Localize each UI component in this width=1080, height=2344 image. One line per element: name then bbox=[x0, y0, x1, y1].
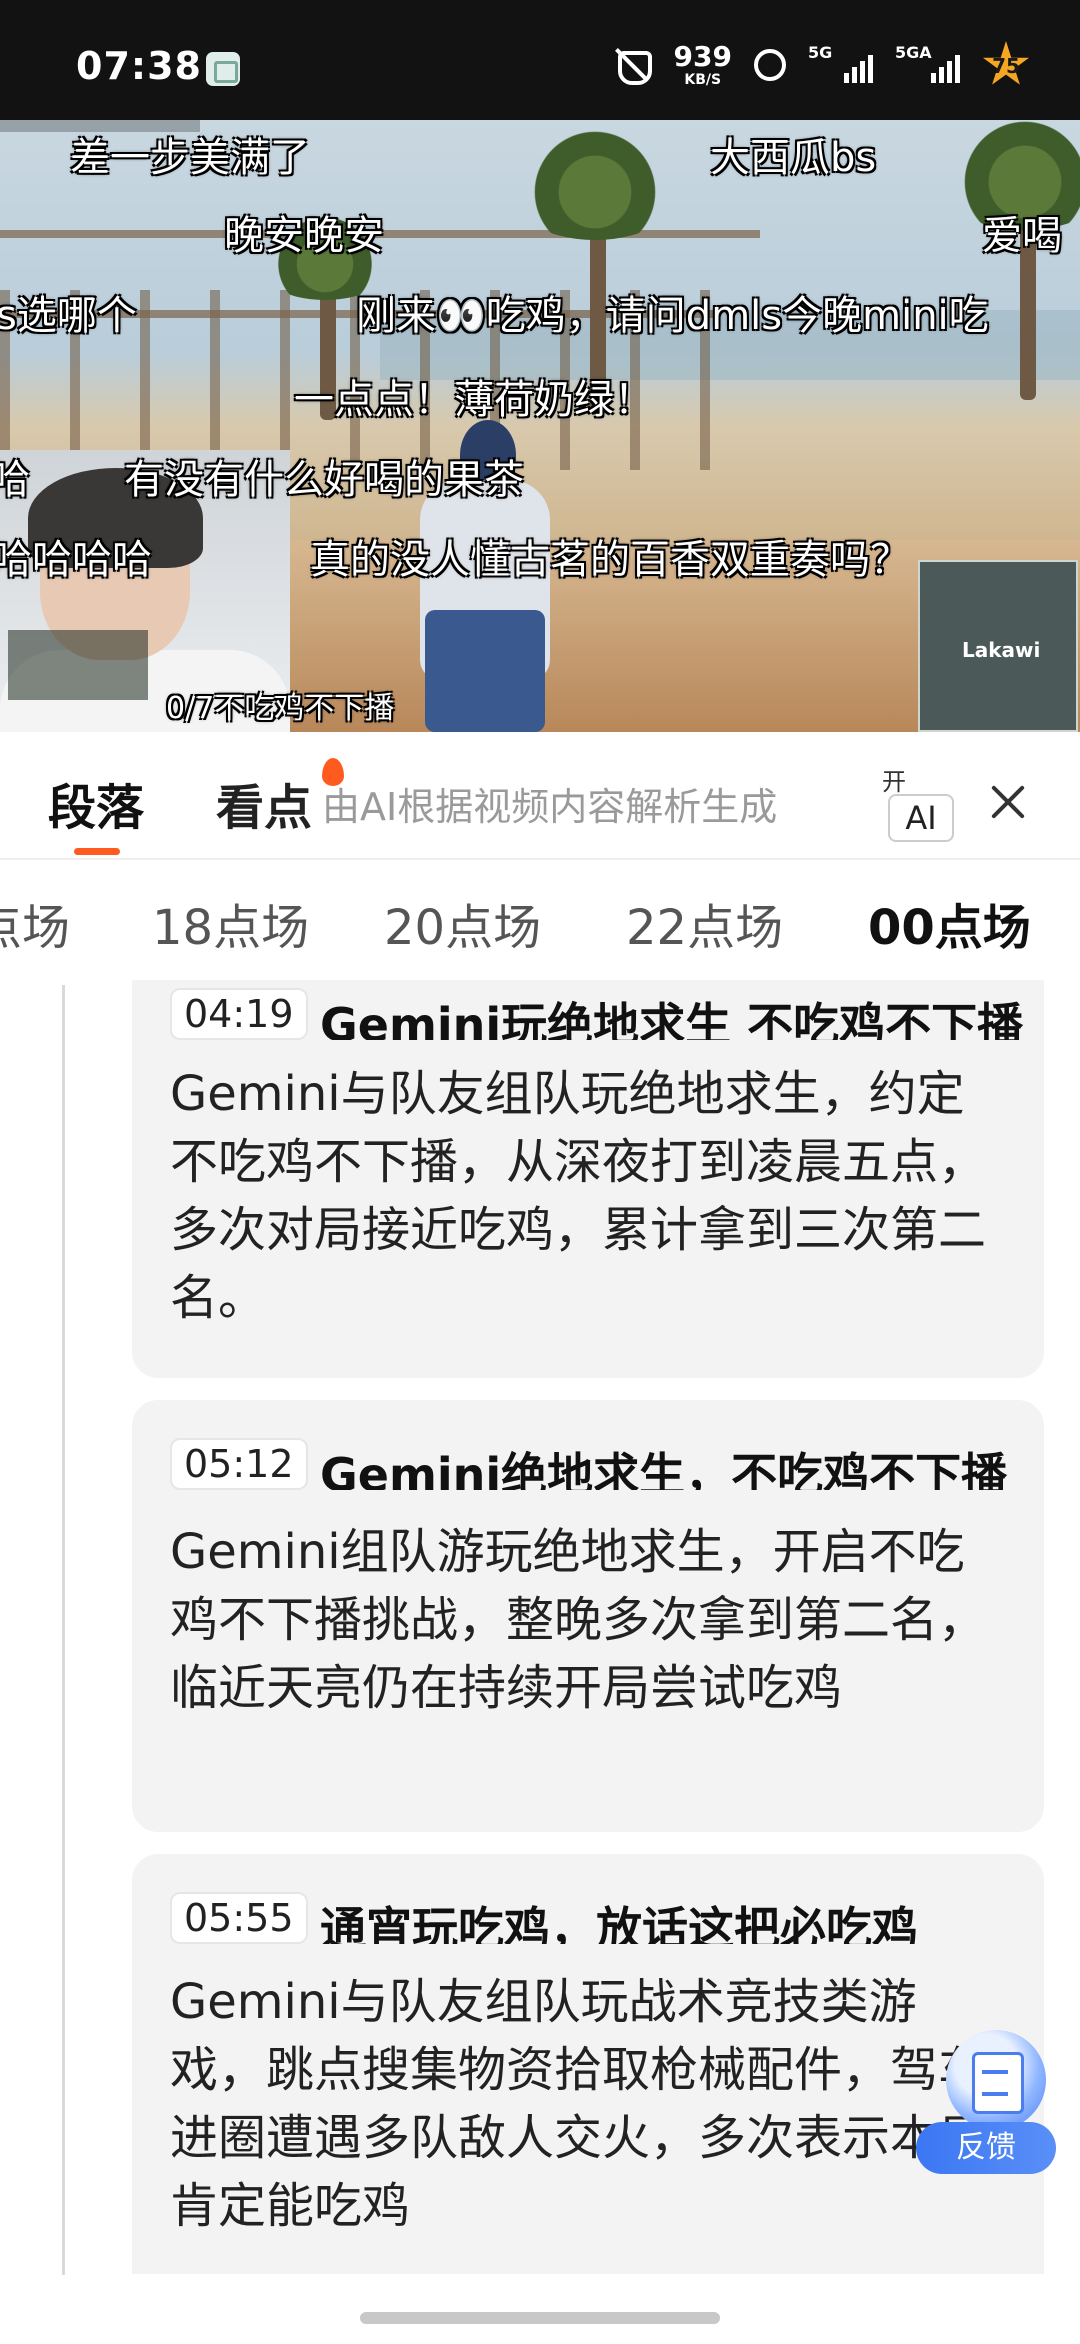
session-chip[interactable]: 22点场 bbox=[626, 888, 783, 958]
danmaku: 真的没人懂古茗的百香双重奏吗？ bbox=[310, 537, 910, 583]
ai-toggle-label: AI bbox=[888, 794, 954, 842]
session-chip[interactable]: 20点场 bbox=[384, 888, 541, 958]
danmaku: s选哪个 bbox=[0, 293, 137, 339]
segment-card[interactable]: 05:55 通宵玩吃鸡，放话这把必吃鸡 Gemini与队友组队玩战术竞技类游戏，… bbox=[132, 1854, 1044, 2274]
signal-sim2-icon: 5GA bbox=[895, 43, 960, 83]
danmaku: 一点点！薄荷奶绿！ bbox=[294, 377, 654, 423]
tab-highlights[interactable]: 看点 bbox=[216, 768, 312, 838]
active-tab-indicator bbox=[74, 848, 120, 855]
segment-description: Gemini与队友组队玩绝地求生，约定不吃鸡不下播，从深夜打到凌晨五点，多次对局… bbox=[170, 1066, 987, 1326]
segment-description: Gemini组队游玩绝地求生，开启不吃鸡不下播挑战，整晚多次拿到第二名，临近天亮… bbox=[170, 1524, 987, 1716]
feedback-button[interactable]: 反馈 bbox=[916, 2030, 1060, 2178]
danmaku: 有没有什么好喝的果茶 bbox=[124, 457, 524, 503]
alarm-icon bbox=[754, 49, 786, 81]
team-hud bbox=[8, 630, 148, 700]
status-bar: 07:38 939 KB/S 5G 5GA 75 bbox=[0, 0, 1080, 120]
ai-generated-hint: 由AI根据视频内容解析生成 bbox=[322, 785, 778, 829]
segment-timestamp[interactable]: 05:12 bbox=[170, 1438, 308, 1490]
danmaku: 哈哈哈哈 bbox=[0, 537, 152, 583]
segment-title: 通宵玩吃鸡，放话这把必吃鸡 bbox=[320, 1902, 918, 1944]
signal-sim1-icon: 5G bbox=[808, 43, 873, 83]
close-icon[interactable] bbox=[988, 782, 1028, 822]
tab-segments[interactable]: 段落 bbox=[48, 768, 144, 838]
net-speed: 939 KB/S bbox=[673, 40, 732, 88]
segment-description: Gemini与队友组队玩战术竞技类游戏，跳点搜集物资拾取枪械配件，驾车进圈遭遇多… bbox=[170, 1974, 987, 2234]
battery-icon: 75 bbox=[982, 41, 1030, 89]
segment-card[interactable]: 04:19 Gemini玩绝地求生 不吃鸡不下播 Gemini与队友组队玩绝地求… bbox=[132, 980, 1044, 1378]
danmaku: 爱喝 bbox=[982, 213, 1062, 259]
mute-icon bbox=[612, 45, 652, 85]
segment-title: Gemini绝地求生，不吃鸡不下播 bbox=[320, 1448, 1008, 1490]
danmaku: 大西瓜bs bbox=[710, 135, 877, 181]
segment-timestamp[interactable]: 05:55 bbox=[170, 1892, 308, 1944]
danmaku: 晚安晚安 bbox=[224, 213, 384, 259]
video-top-overlay bbox=[0, 120, 200, 132]
danmaku: 差一步美满了 bbox=[70, 135, 310, 181]
segment-title: Gemini玩绝地求生 不吃鸡不下播 bbox=[320, 998, 1024, 1040]
clock: 07:38 bbox=[76, 44, 202, 88]
status-icons: 939 KB/S 5G 5GA 75 bbox=[612, 40, 1030, 90]
feedback-label: 反馈 bbox=[916, 2122, 1056, 2174]
notification-app-icon bbox=[206, 52, 240, 86]
ai-toggle-state: 开 bbox=[882, 768, 906, 796]
segment-card[interactable]: 05:12 Gemini绝地求生，不吃鸡不下播 Gemini组队游玩绝地求生，开… bbox=[132, 1400, 1044, 1832]
session-chip[interactable]: 点场 bbox=[0, 888, 70, 958]
video-player[interactable]: Lakawi 差一步美满了 大西瓜bs 晚安晚安 爱喝 s选哪个 刚来👀吃鸡，请… bbox=[0, 120, 1080, 732]
panel-tab-bar: 段落 看点 由AI根据视频内容解析生成 开 AI bbox=[0, 732, 1080, 860]
fire-icon bbox=[322, 758, 344, 786]
timeline-line bbox=[62, 985, 65, 2275]
segment-timestamp[interactable]: 04:19 bbox=[170, 988, 308, 1040]
feedback-icon bbox=[946, 2030, 1046, 2130]
session-chip-active[interactable]: 00点场 bbox=[868, 888, 1031, 958]
ai-toggle[interactable]: 开 AI bbox=[880, 762, 956, 852]
battery-level: 75 bbox=[992, 54, 1020, 78]
session-selector: 点场 18点场 20点场 22点场 00点场 bbox=[0, 862, 1080, 972]
minimap: Lakawi bbox=[918, 560, 1078, 732]
danmaku: 刚来👀吃鸡，请问dmls今晚mini吃 bbox=[356, 293, 989, 339]
danmaku: 哈 bbox=[0, 457, 30, 503]
danmaku: 0/7不吃鸡不下播 bbox=[166, 691, 395, 726]
home-indicator[interactable] bbox=[360, 2312, 720, 2324]
session-chip[interactable]: 18点场 bbox=[152, 888, 309, 958]
